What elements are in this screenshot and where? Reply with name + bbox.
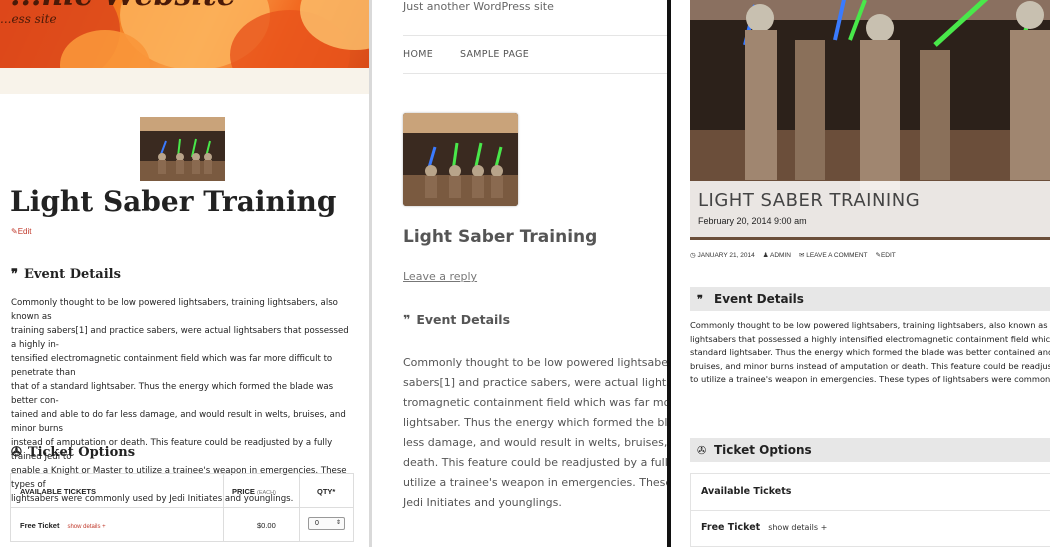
meta-date[interactable]: ◷ JANUARY 21, 2014 (690, 251, 755, 259)
ticket-price: $0.00 (257, 521, 276, 530)
leave-reply-link[interactable]: Leave a reply (403, 270, 477, 283)
edit-link[interactable]: ✎Edit (11, 227, 32, 236)
table-row: Free Ticket show details + (701, 522, 827, 533)
panel-theme-1: ...nic Website ...ess site Light Saber T… (0, 0, 369, 547)
event-details-heading: ❞ Event Details (403, 312, 511, 327)
pencil-icon: ✎ (11, 227, 18, 236)
post-meta: ◷ JANUARY 21, 2014 ♟ ADMIN ✉ LEAVE A COM… (690, 251, 896, 259)
tickets-table: Available Tickets Free Ticket show detail… (690, 473, 1050, 547)
show-details-link[interactable]: show details + (67, 524, 105, 530)
show-details-link[interactable]: show details + (768, 523, 827, 532)
quantity-stepper[interactable]: 0 ⇕ (308, 517, 345, 530)
event-description: Commonly thought to be low powered light… (690, 320, 1050, 385)
page-title: Light Saber Training (10, 185, 337, 218)
ticket-name: Free Ticket (701, 522, 761, 533)
tickets-table: AVAILABLE TICKETS PRICE (EACH) QTY* Free… (10, 473, 354, 542)
primary-nav: HOME SAMPLE PAGE (403, 35, 667, 74)
event-details-heading: ❞ Event Details (690, 287, 1050, 311)
event-description: Commonly thought to be low powered light… (403, 356, 667, 509)
quote-icon: ❞ (403, 312, 411, 327)
event-thumbnail[interactable] (140, 117, 225, 181)
meta-author[interactable]: ♟ ADMIN (763, 251, 791, 259)
site-tagline: ...ess site (0, 12, 57, 26)
event-thumbnail[interactable] (403, 113, 518, 206)
col-available-tickets: AVAILABLE TICKETS (20, 487, 96, 496)
col-available-tickets: Available Tickets (701, 486, 792, 497)
panel-theme-2: Just another WordPress site HOME SAMPLE … (372, 0, 667, 547)
event-details-heading: ❞ Event Details (11, 267, 121, 282)
page-title: LIGHT SABER TRAINING (698, 190, 921, 211)
page-title: Light Saber Training (403, 227, 598, 247)
panel-theme-3: LIGHT SABER TRAINING February 20, 2014 9… (671, 0, 1050, 547)
meta-comment[interactable]: ✉ LEAVE A COMMENT (799, 251, 868, 259)
nav-home[interactable]: HOME (403, 49, 433, 60)
hero-caption: LIGHT SABER TRAINING February 20, 2014 9… (690, 181, 1050, 237)
ticket-options-heading: ✇ Ticket Options (690, 438, 1050, 462)
nav-sample-page[interactable]: SAMPLE PAGE (460, 49, 529, 60)
col-qty: QTY* (317, 487, 336, 496)
user-icon: ♟ (762, 252, 769, 259)
header-band (0, 68, 369, 94)
clock-icon: ◷ (690, 252, 696, 259)
ticket-options-heading: ✇ Ticket Options (11, 445, 136, 460)
site-header: ...nic Website ...ess site (0, 0, 369, 68)
table-row: Free Ticket show details + (20, 521, 106, 530)
quote-icon: ❞ (697, 294, 703, 306)
ticket-name: Free Ticket (20, 521, 60, 530)
col-price: PRICE (EACH) (232, 487, 276, 496)
stepper-arrows-icon[interactable]: ⇕ (336, 518, 341, 529)
comment-icon: ✉ (798, 252, 805, 259)
meta-edit[interactable]: ✎EDIT (876, 251, 896, 259)
ticket-icon: ✇ (11, 445, 22, 460)
site-tagline: Just another WordPress site (403, 0, 554, 13)
ticket-icon: ✇ (697, 445, 707, 457)
event-date: February 20, 2014 9:00 am (698, 216, 807, 226)
quote-icon: ❞ (11, 267, 18, 282)
